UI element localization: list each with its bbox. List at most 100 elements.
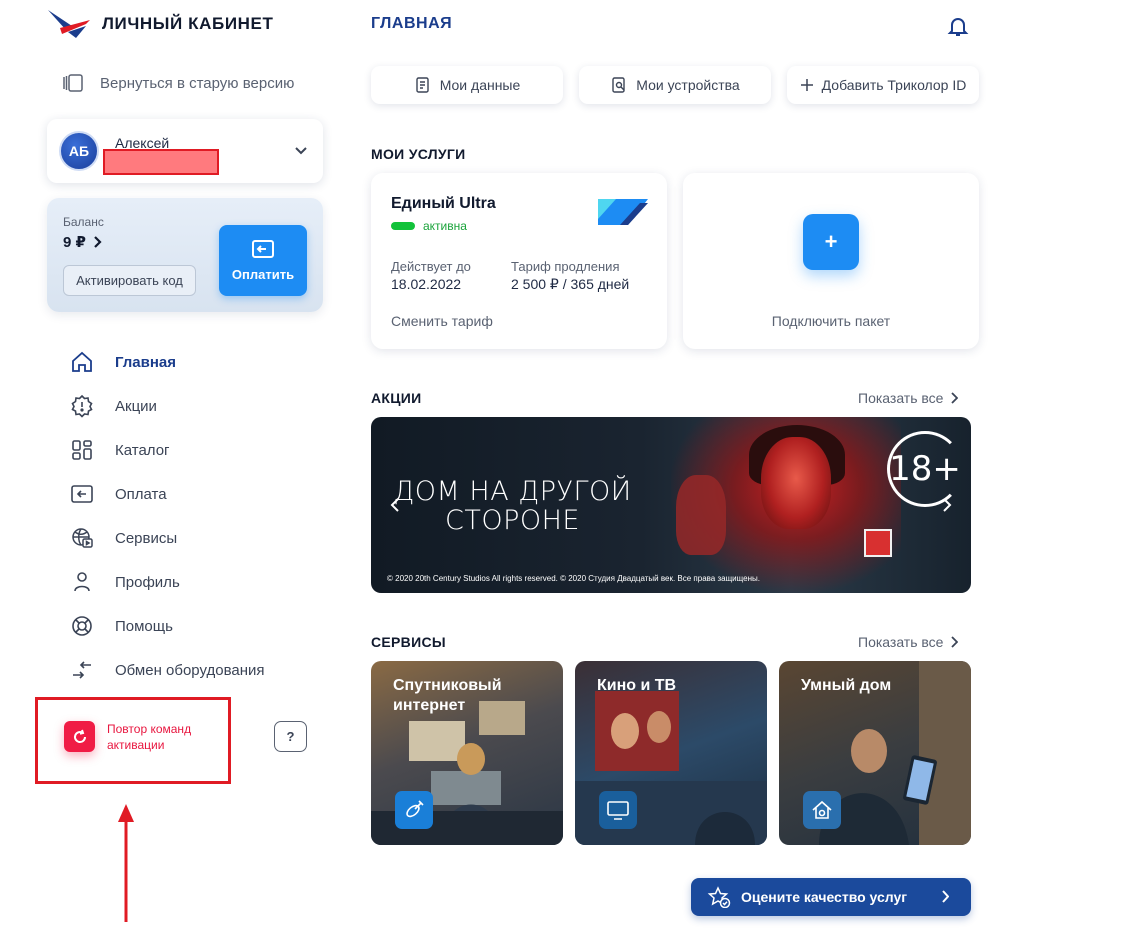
banner-house bbox=[864, 529, 892, 557]
page-title: ГЛАВНАЯ bbox=[371, 15, 453, 32]
payment-icon bbox=[252, 240, 274, 258]
service-name: Единый Ultra bbox=[391, 195, 496, 212]
add-package-card[interactable]: + Подключить пакет bbox=[683, 173, 979, 349]
badge-icon bbox=[71, 394, 93, 418]
sidebar-item-label: Каталог bbox=[115, 441, 170, 459]
bell-icon[interactable] bbox=[946, 14, 970, 38]
help-button[interactable]: ? bbox=[274, 721, 307, 752]
pay-button-label: Оплатить bbox=[231, 267, 295, 282]
promos-show-all-link[interactable]: Показать все bbox=[858, 390, 959, 406]
smart-home-icon bbox=[812, 800, 832, 819]
balance-card: Баланс 9 ₽ Активировать код Оплатить bbox=[47, 198, 323, 312]
profile-icon bbox=[74, 572, 90, 592]
service-status-label: активна bbox=[423, 219, 467, 233]
annotation-arrow-icon bbox=[118, 804, 134, 922]
sidebar-item-label: Обмен оборудования bbox=[115, 661, 265, 679]
tv-icon bbox=[607, 801, 629, 820]
my-services-title: МОИ УСЛУГИ bbox=[371, 146, 466, 162]
my-devices-button[interactable]: Мои устройства bbox=[579, 66, 771, 104]
catalog-icon bbox=[72, 440, 92, 460]
banner-prev-arrow-icon[interactable] bbox=[389, 497, 401, 513]
chevron-right-icon bbox=[951, 392, 959, 404]
lifebuoy-icon bbox=[72, 616, 92, 636]
plus-icon bbox=[800, 79, 813, 91]
my-devices-label: Мои устройства bbox=[636, 77, 740, 93]
sidebar-item-label: Главная bbox=[115, 353, 177, 371]
tariff-label: Тариф продления bbox=[511, 259, 620, 274]
document-icon bbox=[416, 77, 429, 93]
service-card[interactable]: Единый Ultra активна Действует до 18.02.… bbox=[371, 173, 667, 349]
banner-next-arrow-icon[interactable] bbox=[941, 497, 953, 513]
promos-title: АКЦИИ bbox=[371, 390, 422, 406]
device-search-icon bbox=[612, 77, 625, 93]
banner-figure-hand bbox=[676, 475, 726, 555]
satellite-icon bbox=[406, 800, 424, 818]
my-data-button[interactable]: Мои данные bbox=[371, 66, 563, 104]
add-package-label: Подключить пакет bbox=[771, 313, 891, 329]
sidebar-item-exchange[interactable]: Обмен оборудования bbox=[70, 648, 320, 692]
tile-title: Умный дом bbox=[801, 677, 892, 694]
service-status: активна bbox=[391, 219, 467, 233]
activate-code-button[interactable]: Активировать код bbox=[63, 265, 196, 296]
balance-value[interactable]: 9 ₽ bbox=[63, 233, 102, 251]
balance-amount: 9 ₽ bbox=[63, 234, 86, 251]
old-version-link[interactable]: Вернуться в старую версию bbox=[62, 72, 294, 94]
sidebar-item-label: Сервисы bbox=[115, 529, 178, 547]
services-show-all-link[interactable]: Показать все bbox=[858, 634, 959, 650]
banner-title-line1: ДОМ НА ДРУГОЙ bbox=[393, 476, 632, 507]
chevron-right-icon bbox=[951, 636, 959, 648]
banner-copyright: © 2020 20th Century Studios All rights r… bbox=[387, 574, 760, 583]
old-version-icon bbox=[63, 74, 83, 92]
service-tile-internet[interactable]: Спутниковый интернет bbox=[371, 661, 563, 845]
sidebar: ЛИЧНЫЙ КАБИНЕТ Вернуться в старую версию… bbox=[0, 0, 345, 945]
sidebar-item-profile[interactable]: Профиль bbox=[70, 560, 320, 604]
repeat-activation-link[interactable]: Повтор команд активации bbox=[107, 721, 217, 753]
show-all-label: Показать все bbox=[858, 634, 944, 650]
banner-figure-face bbox=[761, 437, 831, 529]
sidebar-item-label: Оплата bbox=[115, 485, 167, 503]
sidebar-nav: Главная Акции Каталог Оплата Сервисы Про… bbox=[70, 340, 320, 692]
chevron-down-icon[interactable] bbox=[293, 143, 309, 159]
home-icon bbox=[72, 351, 92, 372]
tile-icon-box bbox=[599, 791, 637, 829]
balance-label: Баланс bbox=[63, 215, 104, 229]
sidebar-item-help[interactable]: Помощь bbox=[70, 604, 320, 648]
services-title: СЕРВИСЫ bbox=[371, 634, 446, 650]
add-tricolor-id-button[interactable]: Добавить Триколор ID bbox=[787, 66, 979, 104]
service-logo-icon bbox=[598, 199, 648, 225]
sidebar-item-label: Профиль bbox=[115, 573, 180, 591]
valid-until-label: Действует до bbox=[391, 259, 471, 274]
old-version-label: Вернуться в старую версию bbox=[100, 74, 295, 92]
my-data-label: Мои данные bbox=[439, 77, 521, 93]
logo[interactable]: ЛИЧНЫЙ КАБИНЕТ bbox=[46, 8, 273, 40]
tariff-value: 2 500 ₽ / 365 дней bbox=[511, 276, 630, 292]
rate-services-label: Оцените качество услуг bbox=[741, 889, 908, 905]
tile-icon-box bbox=[395, 791, 433, 829]
sidebar-item-catalog[interactable]: Каталог bbox=[70, 428, 320, 472]
repeat-activation-button[interactable] bbox=[64, 721, 95, 752]
service-tile-smart-home[interactable]: Умный дом bbox=[779, 661, 971, 845]
star-check-icon bbox=[707, 886, 731, 908]
logo-mark-icon bbox=[48, 10, 90, 38]
banner-title: ДОМ НА ДРУГОЙ СТОРОНЕ bbox=[371, 477, 654, 535]
sidebar-item-services[interactable]: Сервисы bbox=[70, 516, 320, 560]
redaction-box bbox=[103, 149, 219, 175]
sidebar-item-home[interactable]: Главная bbox=[70, 340, 320, 384]
services-icon bbox=[72, 528, 93, 548]
sidebar-item-label: Акции bbox=[115, 397, 157, 415]
change-tariff-link[interactable]: Сменить тариф bbox=[391, 313, 493, 329]
banner-title-line2: СТОРОНЕ bbox=[445, 505, 580, 536]
age-rating-badge: 18+ bbox=[887, 431, 963, 507]
tile-title: Спутниковый интернет bbox=[393, 677, 502, 714]
avatar: АБ bbox=[59, 131, 99, 171]
tile-title: Кино и ТВ bbox=[597, 677, 677, 694]
sidebar-item-payment[interactable]: Оплата bbox=[70, 472, 320, 516]
tile-icon-box bbox=[803, 791, 841, 829]
pay-button[interactable]: Оплатить bbox=[219, 225, 307, 296]
promo-banner[interactable]: ДОМ НА ДРУГОЙ СТОРОНЕ 18+ © 2020 20th Ce… bbox=[371, 417, 971, 593]
add-package-button[interactable]: + bbox=[803, 214, 859, 270]
sidebar-item-promos[interactable]: Акции bbox=[70, 384, 320, 428]
rate-services-button[interactable]: Оцените качество услуг bbox=[691, 878, 971, 916]
service-tile-tv[interactable]: Кино и ТВ bbox=[575, 661, 767, 845]
valid-until-value: 18.02.2022 bbox=[391, 276, 462, 292]
